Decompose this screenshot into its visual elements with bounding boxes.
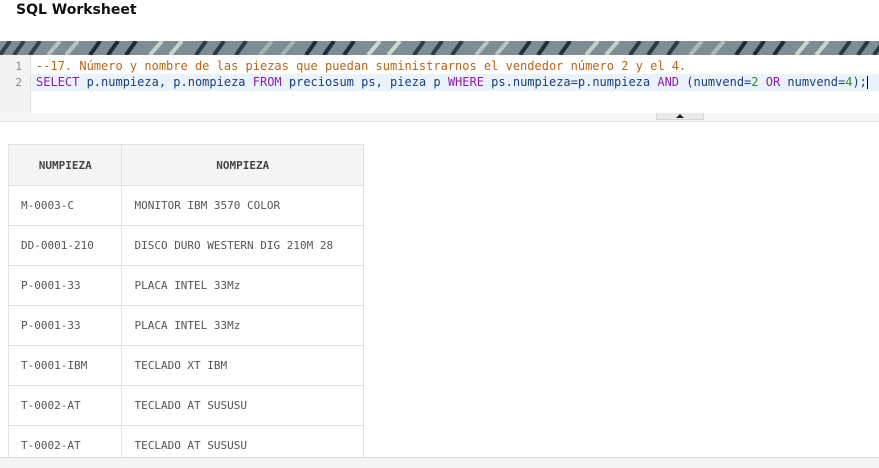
cell-nompieza: TECLADO AT SUSUSU bbox=[121, 385, 363, 426]
table-row[interactable]: P-0001-33 PLACA INTEL 33Mz bbox=[9, 305, 363, 346]
cell-nompieza: PLACA INTEL 33Mz bbox=[121, 305, 363, 346]
cell-numpieza: T-0002-AT bbox=[9, 385, 123, 426]
table-row[interactable]: T-0002-AT TECLADO AT SUSUSU bbox=[9, 425, 363, 457]
results-table: NUMPIEZA NOMPIEZA M-0003-C MONITOR IBM 3… bbox=[9, 144, 363, 457]
line-number: 1 bbox=[15, 60, 22, 73]
cell-numpieza: M-0003-C bbox=[9, 185, 123, 226]
results-grid: NUMPIEZA NOMPIEZA M-0003-C MONITOR IBM 3… bbox=[8, 144, 364, 457]
table-header-row: NUMPIEZA NOMPIEZA bbox=[9, 144, 363, 186]
keyword-or: OR bbox=[758, 75, 788, 89]
splitter-handle[interactable] bbox=[656, 113, 704, 120]
text-cursor bbox=[866, 76, 868, 89]
cell-nompieza: MONITOR IBM 3570 COLOR bbox=[121, 185, 363, 226]
code-condition-a: (numvend= bbox=[679, 75, 752, 89]
sql-editor[interactable]: 1 2 --17. Número y nombre de las piezas … bbox=[0, 55, 879, 114]
code-join-condition: ps.numpieza=p.numpieza bbox=[483, 75, 658, 89]
cell-numpieza: T-0001-IBM bbox=[9, 345, 123, 386]
column-header-numpieza[interactable]: NUMPIEZA bbox=[9, 144, 123, 186]
cell-numpieza: T-0002-AT bbox=[9, 425, 123, 457]
cell-numpieza: DD-0001-210 bbox=[9, 225, 123, 266]
table-row[interactable]: M-0003-C MONITOR IBM 3570 COLOR bbox=[9, 185, 363, 226]
keyword-select: SELECT bbox=[36, 75, 80, 89]
page-title: SQL Worksheet bbox=[16, 2, 137, 18]
code-close: ); bbox=[852, 75, 867, 89]
table-row[interactable]: DD-0001-210 DISCO DURO WESTERN DIG 210M … bbox=[9, 225, 363, 266]
horizontal-scrollbar[interactable] bbox=[0, 457, 879, 468]
line-number-gutter: 1 2 bbox=[0, 55, 31, 113]
keyword-from: FROM bbox=[252, 75, 282, 89]
code-line-comment[interactable]: --17. Número y nombre de las piezas que … bbox=[36, 59, 686, 74]
code-tables: preciosum ps, pieza p bbox=[281, 75, 448, 89]
cell-numpieza: P-0001-33 bbox=[9, 265, 123, 306]
cell-numpieza: P-0001-33 bbox=[9, 305, 123, 346]
line-number: 2 bbox=[15, 76, 22, 89]
pane-splitter[interactable] bbox=[0, 113, 879, 122]
cell-nompieza: DISCO DURO WESTERN DIG 210M 28 bbox=[121, 225, 363, 266]
number-literal: 2 bbox=[751, 75, 759, 89]
table-row[interactable]: T-0002-AT TECLADO AT SUSUSU bbox=[9, 385, 363, 426]
cell-nompieza: TECLADO XT IBM bbox=[121, 345, 363, 386]
table-row[interactable]: P-0001-33 PLACA INTEL 33Mz bbox=[9, 265, 363, 306]
keyword-where: WHERE bbox=[447, 75, 484, 89]
decorative-banner bbox=[0, 41, 879, 55]
code-columns: p.numpieza, p.nompieza bbox=[79, 75, 253, 89]
code-line-query[interactable]: SELECT p.numpieza, p.nompieza FROM preci… bbox=[36, 75, 868, 90]
caret-up-icon bbox=[676, 114, 684, 118]
keyword-and: AND bbox=[657, 75, 680, 89]
table-row[interactable]: T-0001-IBM TECLADO XT IBM bbox=[9, 345, 363, 386]
cell-nompieza: PLACA INTEL 33Mz bbox=[121, 265, 363, 306]
column-header-nompieza[interactable]: NOMPIEZA bbox=[121, 144, 363, 186]
code-condition-b: numvend= bbox=[787, 75, 846, 89]
cell-nompieza: TECLADO AT SUSUSU bbox=[121, 425, 363, 457]
